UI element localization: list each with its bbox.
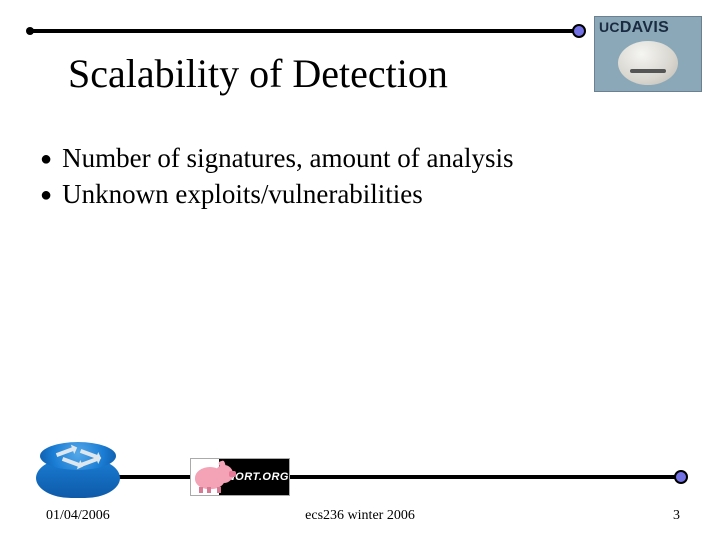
divider-cap-left-icon: [26, 27, 34, 35]
list-item: ● Number of signatures, amount of analys…: [40, 140, 660, 176]
list-item: ● Unknown exploits/vulnerabilities: [40, 176, 660, 212]
snort-logo: SNORT.ORG: [190, 458, 290, 496]
ucdavis-davis: DAVIS: [620, 19, 669, 36]
footer-date: 01/04/2006: [46, 508, 110, 524]
divider-bar: [30, 29, 578, 33]
ucdavis-logo: UCDAVIS: [594, 16, 702, 92]
top-divider: [30, 26, 578, 36]
footer-page-number: 3: [673, 508, 680, 524]
bullet-text: Unknown exploits/vulnerabilities: [62, 176, 423, 212]
slide-title: Scalability of Detection: [68, 50, 448, 97]
bullet-text: Number of signatures, amount of analysis: [62, 140, 513, 176]
slide: UCDAVIS Scalability of Detection ● Numbe…: [0, 0, 720, 540]
divider-bar: [100, 475, 680, 479]
egghead-icon: [618, 41, 678, 85]
egghead-slot-icon: [630, 69, 666, 73]
bullet-icon: ●: [40, 149, 52, 169]
ucdavis-uc: UC: [599, 19, 620, 35]
router-icon: [36, 442, 120, 498]
divider-cap-right-icon: [572, 24, 586, 38]
bullet-icon: ●: [40, 185, 52, 205]
footer-course: ecs236 winter 2006: [305, 508, 415, 524]
ucdavis-logo-label: UCDAVIS: [599, 19, 669, 37]
divider-cap-right-icon: [674, 470, 688, 484]
pig-icon: [191, 459, 219, 495]
bottom-divider: [100, 472, 680, 482]
slide-body: ● Number of signatures, amount of analys…: [40, 140, 660, 213]
